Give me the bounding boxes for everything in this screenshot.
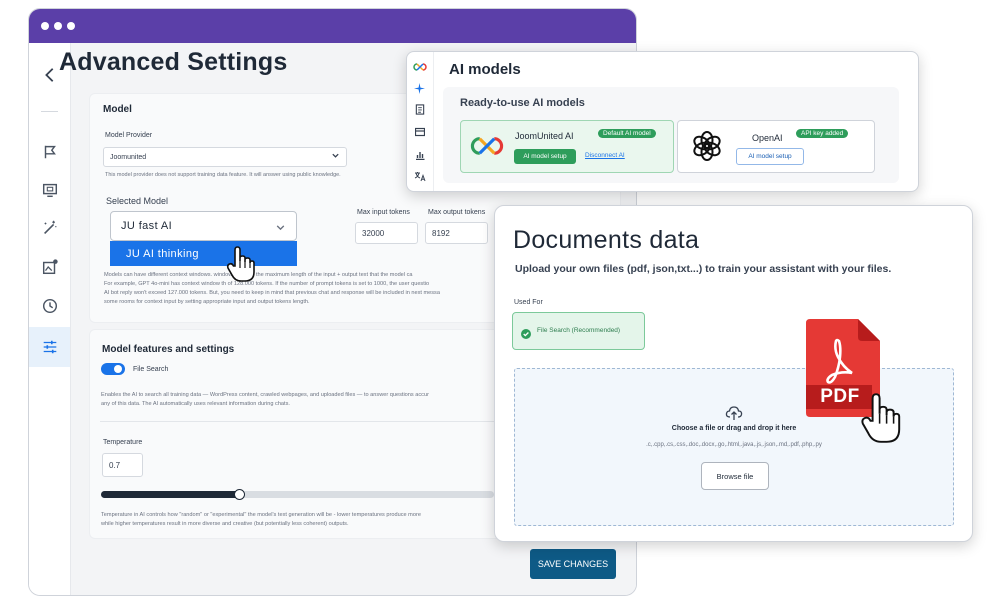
joomunited-model-card[interactable]: JoomUnited AI Default AI model AI model … — [460, 120, 674, 173]
chevron-down-icon — [331, 151, 340, 162]
ai-models-title: AI models — [449, 61, 521, 78]
file-search-option[interactable]: File Search (Recommended) — [512, 312, 645, 350]
documents-subtitle: Upload your own files (pdf, json,txt...)… — [515, 263, 892, 275]
page-title: Advanced Settings — [59, 48, 288, 76]
temperature-label: Temperature — [103, 439, 143, 446]
translate-icon[interactable] — [414, 169, 426, 187]
max-output-label: Max output tokens — [428, 209, 486, 216]
joomunited-logo-icon — [413, 59, 427, 77]
browse-file-button[interactable]: Browse file — [701, 462, 769, 490]
image-add-icon[interactable] — [29, 253, 70, 281]
window-dot-icon — [41, 22, 49, 30]
document-icon[interactable] — [415, 102, 425, 120]
sidebar-divider — [41, 111, 58, 112]
max-output-field[interactable]: 8192 — [425, 222, 488, 244]
hand-cursor-icon — [860, 388, 902, 453]
openai-model-card[interactable]: OpenAI API key added AI model setup — [677, 120, 875, 173]
openai-model-name: OpenAI — [752, 133, 783, 143]
sidebar — [29, 43, 71, 595]
temperature-help: Temperature in AI controls how "random" … — [101, 512, 421, 518]
features-heading: Model features and settings — [102, 344, 235, 355]
context-help-line: Models can have different context window… — [104, 272, 413, 278]
ai-models-sidebar — [407, 52, 434, 191]
documents-title: Documents data — [513, 226, 700, 254]
selected-model-label: Selected Model — [106, 196, 169, 206]
openai-logo-icon — [690, 129, 724, 168]
joomunited-model-name: JoomUnited AI — [515, 131, 574, 141]
flag-icon[interactable] — [29, 138, 70, 166]
max-input-field[interactable]: 32000 — [355, 222, 418, 244]
file-search-desc: Enables the AI to search all training da… — [101, 392, 429, 398]
temperature-slider-knob[interactable] — [234, 489, 245, 500]
model-heading: Model — [103, 104, 132, 115]
dropdown-option-ju-ai-thinking[interactable]: JU AI thinking — [110, 241, 297, 266]
temperature-field[interactable]: 0.7 — [102, 453, 143, 477]
context-help-line: some rooms for context input by setting … — [104, 299, 310, 305]
toggle-knob — [114, 365, 122, 373]
file-search-toggle[interactable] — [101, 363, 125, 375]
window-dot-icon — [54, 22, 62, 30]
chevron-down-icon — [275, 222, 286, 235]
context-help-line: For example, GPT 4o-mini has context win… — [104, 281, 430, 287]
temperature-slider-fill — [101, 491, 239, 498]
window-dot-icon — [67, 22, 75, 30]
window-titlebar — [29, 9, 636, 43]
ai-models-panel: AI models Ready-to-use AI models JoomUni… — [406, 51, 919, 192]
hand-cursor-icon — [226, 244, 256, 289]
magic-wand-icon[interactable] — [29, 214, 70, 242]
provider-select-value: Joomunited — [110, 153, 147, 161]
provider-note: This model provider does not support tra… — [105, 172, 341, 178]
file-search-option-label: File Search (Recommended) — [537, 327, 621, 334]
joomunited-setup-button[interactable]: AI model setup — [514, 149, 576, 164]
ready-models-heading: Ready-to-use AI models — [460, 97, 585, 109]
features-divider — [100, 421, 495, 422]
sparkle-icon[interactable] — [414, 81, 425, 99]
check-circle-icon — [521, 326, 531, 344]
disconnect-ai-link[interactable]: Disconnect AI — [585, 152, 625, 159]
default-model-badge: Default AI model — [598, 129, 656, 138]
file-search-toggle-label: File Search — [133, 366, 169, 373]
joomunited-logo-icon — [470, 133, 504, 164]
api-key-badge: API key added — [796, 129, 849, 138]
bar-chart-icon[interactable] — [415, 147, 425, 165]
clock-icon[interactable] — [29, 292, 70, 320]
used-for-label: Used For — [514, 299, 543, 306]
provider-label: Model Provider — [105, 132, 153, 139]
openai-setup-button[interactable]: AI model setup — [736, 148, 804, 165]
monitor-icon[interactable] — [29, 176, 70, 204]
save-changes-button[interactable]: SAVE CHANGES — [530, 549, 616, 579]
documents-panel: Documents data Upload your own files (pd… — [494, 205, 973, 542]
provider-select[interactable]: Joomunited — [103, 147, 347, 167]
selected-model-select[interactable]: JU fast AI — [110, 211, 297, 241]
temperature-slider-track[interactable] — [101, 489, 494, 500]
card-icon[interactable] — [414, 124, 426, 142]
upload-cloud-icon — [725, 405, 743, 426]
file-search-desc: any of this data. The AI automatically u… — [101, 401, 290, 407]
max-input-label: Max input tokens — [357, 209, 410, 216]
selected-model-value: JU fast AI — [121, 220, 173, 232]
temperature-help: while higher temperatures result in more… — [101, 521, 349, 527]
sliders-icon[interactable] — [29, 327, 70, 367]
context-help-line: AI bot reply won't exceed 127.000 tokens… — [104, 290, 440, 296]
